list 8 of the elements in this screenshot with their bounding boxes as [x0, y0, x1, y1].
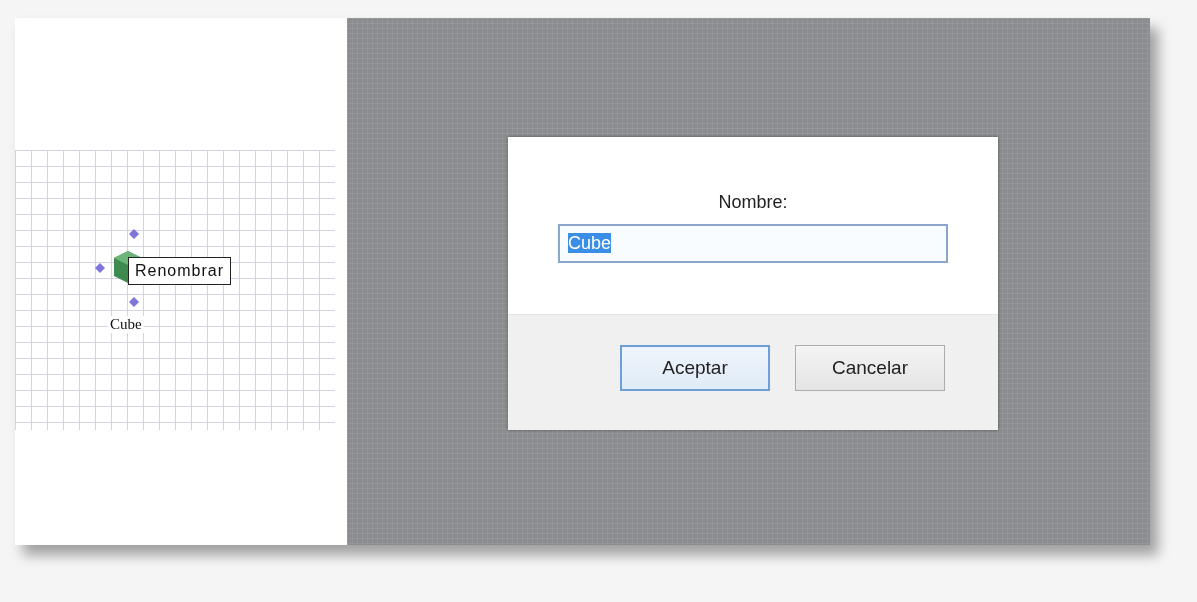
- name-label: Nombre:: [718, 192, 788, 213]
- tooltip: Renombrar: [128, 257, 232, 285]
- accept-button[interactable]: Aceptar: [620, 345, 770, 391]
- selection-handle-icon[interactable]: [129, 297, 139, 307]
- cancel-button[interactable]: Cancelar: [795, 345, 945, 391]
- node-label: Cube: [108, 316, 144, 333]
- selection-handle-icon[interactable]: [95, 263, 105, 273]
- selection-handle-icon[interactable]: [129, 229, 139, 239]
